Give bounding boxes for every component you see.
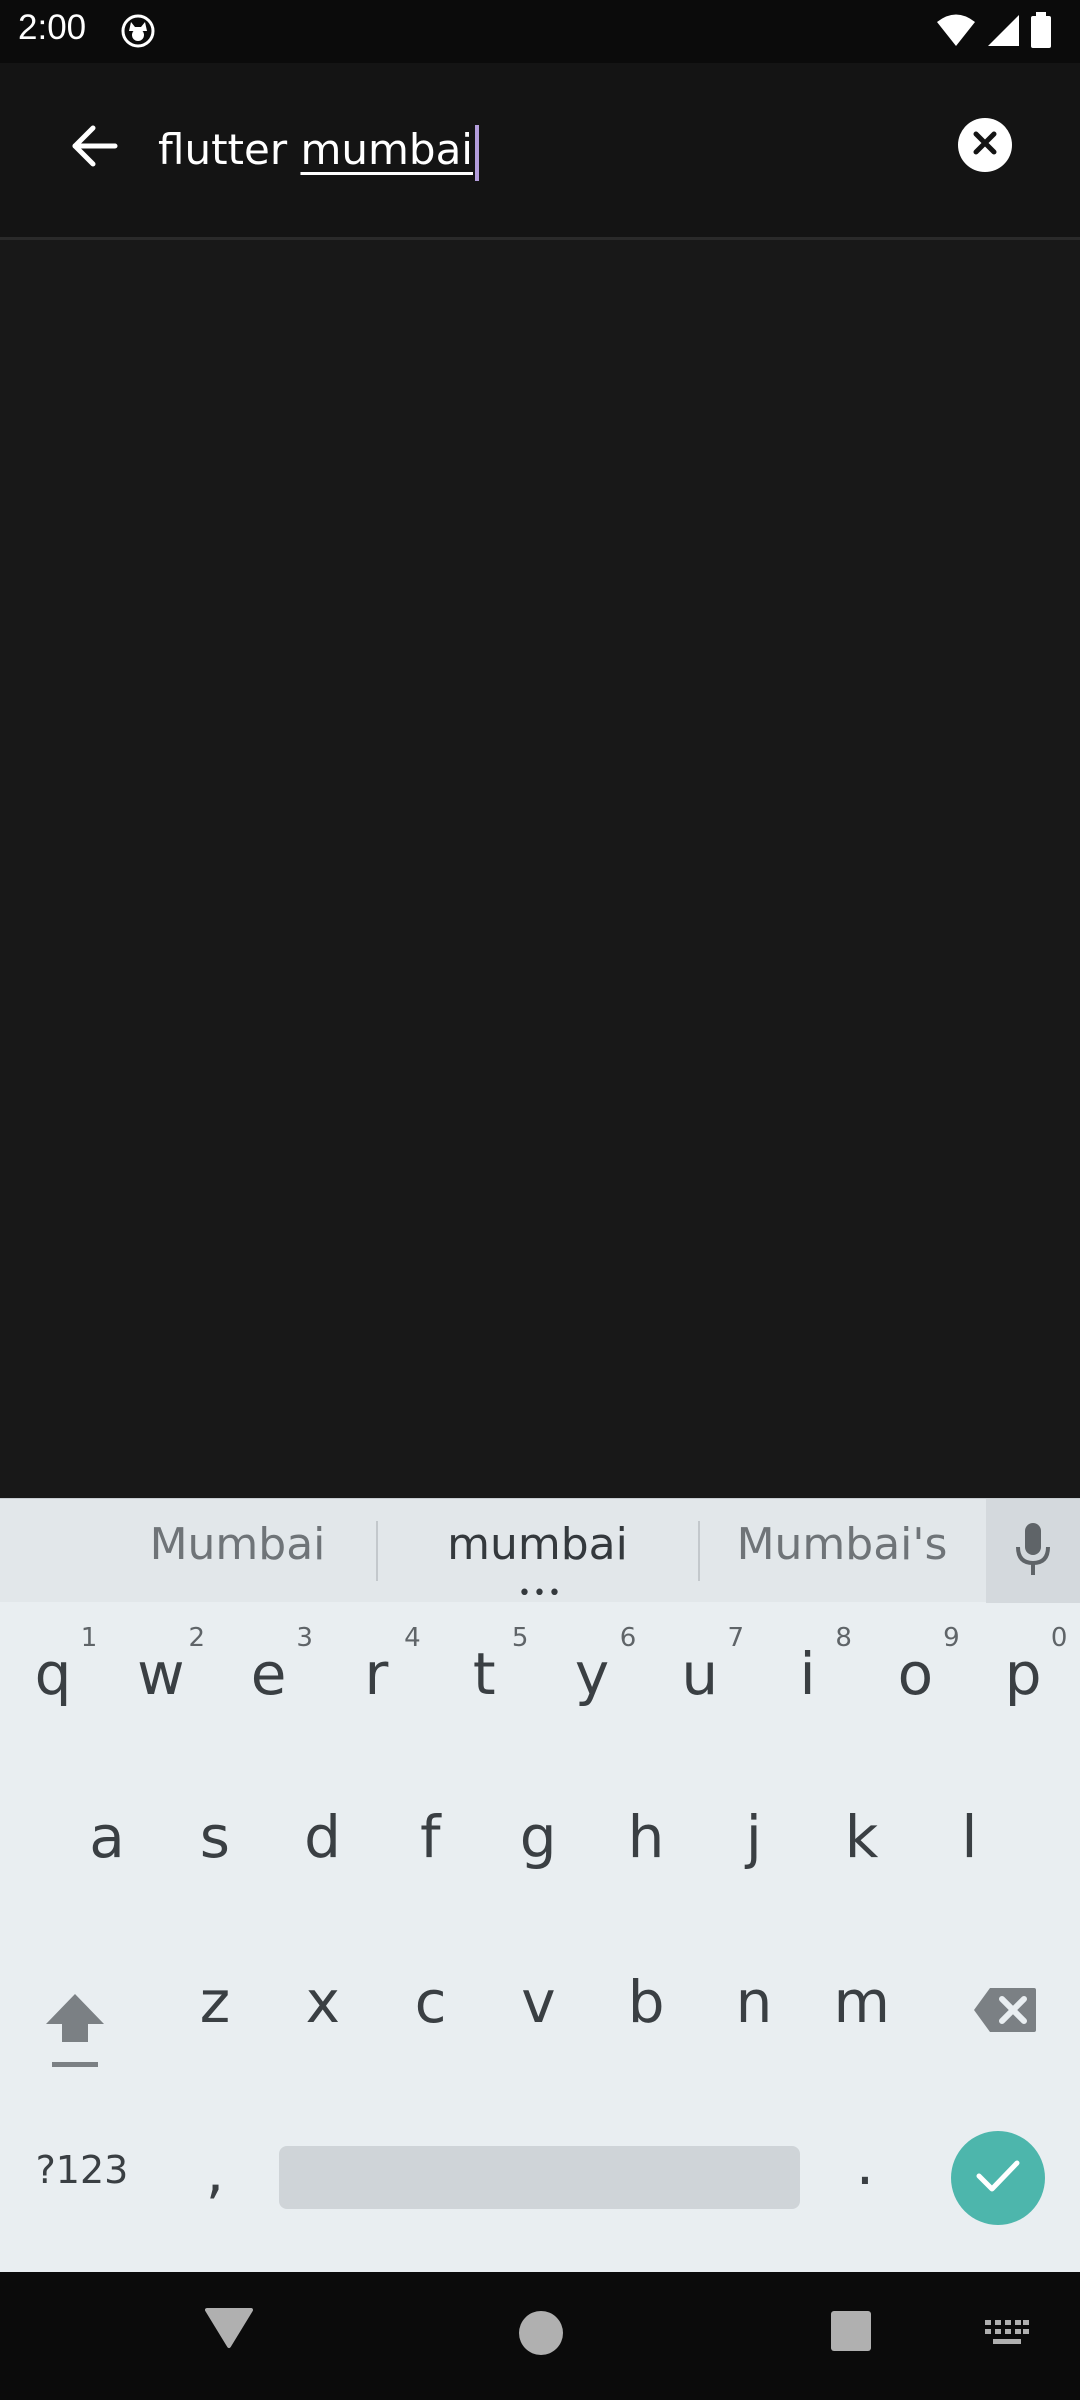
search-app-bar: flutter mumbai — [0, 63, 1080, 240]
home-circle-icon[interactable] — [518, 2310, 564, 2360]
close-circle-icon — [971, 129, 999, 161]
key-m[interactable]: m — [812, 1968, 912, 2036]
key-number-hint: 4 — [404, 1623, 421, 1653]
back-button[interactable] — [60, 113, 130, 183]
keyboard-switch-icon[interactable] — [985, 2320, 1029, 2350]
search-composing-text: mumbai — [300, 125, 473, 174]
key-b[interactable]: b — [596, 1968, 696, 2036]
suggestion-strip: Mumbai mumbai Mumbai's ••• — [0, 1498, 1080, 1606]
key-number-hint: 3 — [296, 1623, 313, 1653]
key-z[interactable]: z — [165, 1968, 265, 2036]
key-number-hint: 0 — [1050, 1623, 1068, 1653]
soft-keyboard: Mumbai mumbai Mumbai's ••• q1w2e3r4t5y6u… — [0, 1498, 1080, 2272]
key-d[interactable]: d — [273, 1803, 373, 1871]
key-number-hint: 9 — [943, 1623, 960, 1653]
shift-key[interactable] — [40, 1988, 110, 2078]
comma-key[interactable]: , — [165, 2138, 265, 2206]
search-results-area — [0, 243, 1080, 1498]
key-h[interactable]: h — [596, 1803, 696, 1871]
key-g[interactable]: g — [488, 1803, 588, 1871]
text-cursor — [474, 124, 479, 181]
key-c[interactable]: c — [381, 1968, 481, 2036]
microphone-icon — [1013, 1521, 1053, 1581]
navigation-bar — [0, 2272, 1080, 2400]
suggestion-right[interactable]: Mumbai's — [712, 1519, 972, 1570]
key-s[interactable]: s — [165, 1803, 265, 1871]
search-input[interactable]: flutter mumbai — [158, 115, 479, 185]
battery-icon — [1030, 12, 1052, 52]
key-v[interactable]: v — [488, 1968, 588, 2036]
shift-icon — [40, 1994, 110, 2082]
status-bar: 2:00 — [0, 0, 1080, 63]
key-number-hint: 7 — [727, 1623, 745, 1653]
enter-key[interactable] — [951, 2131, 1045, 2225]
key-l[interactable]: l — [919, 1803, 1019, 1871]
period-key[interactable]: . — [815, 2130, 915, 2198]
backspace-icon — [972, 1988, 1038, 2039]
suggestion-left[interactable]: Mumbai — [100, 1519, 375, 1570]
key-number-hint: 2 — [188, 1623, 206, 1653]
suggestion-center[interactable]: mumbai — [395, 1519, 680, 1570]
backspace-key[interactable] — [972, 1985, 1042, 2055]
key-number-hint: 8 — [835, 1623, 852, 1653]
key-n[interactable]: n — [704, 1968, 804, 2036]
key-x[interactable]: x — [273, 1968, 373, 2036]
key-a[interactable]: a — [57, 1803, 157, 1871]
more-suggestions-indicator: ••• — [518, 1581, 563, 1606]
key-f[interactable]: f — [380, 1803, 480, 1871]
clear-search-button[interactable] — [958, 118, 1012, 172]
key-k[interactable]: k — [812, 1803, 912, 1871]
checkmark-icon — [975, 2158, 1021, 2198]
key-number-hint: 5 — [511, 1623, 529, 1653]
suggestion-divider — [698, 1521, 700, 1581]
symbols-key[interactable]: ?123 — [27, 2148, 137, 2192]
arrow-left-icon — [71, 124, 119, 172]
key-number-hint: 1 — [80, 1623, 98, 1653]
recents-square-icon[interactable] — [830, 2310, 872, 2356]
voice-input-button[interactable] — [986, 1499, 1080, 1603]
key-j[interactable]: j — [704, 1803, 804, 1871]
cat-notification-icon — [120, 13, 156, 49]
key-number-hint: 6 — [619, 1623, 637, 1653]
status-time: 2:00 — [18, 8, 87, 47]
wifi-icon — [936, 13, 976, 51]
space-key[interactable] — [279, 2146, 800, 2209]
search-query-text: flutter — [158, 125, 301, 174]
suggestion-divider — [376, 1521, 378, 1581]
screen: 2:00 flutter mumbai Mumbai mumbai Mumbai… — [0, 0, 1080, 2400]
back-triangle-icon[interactable] — [205, 2306, 253, 2354]
signal-icon — [986, 13, 1020, 51]
